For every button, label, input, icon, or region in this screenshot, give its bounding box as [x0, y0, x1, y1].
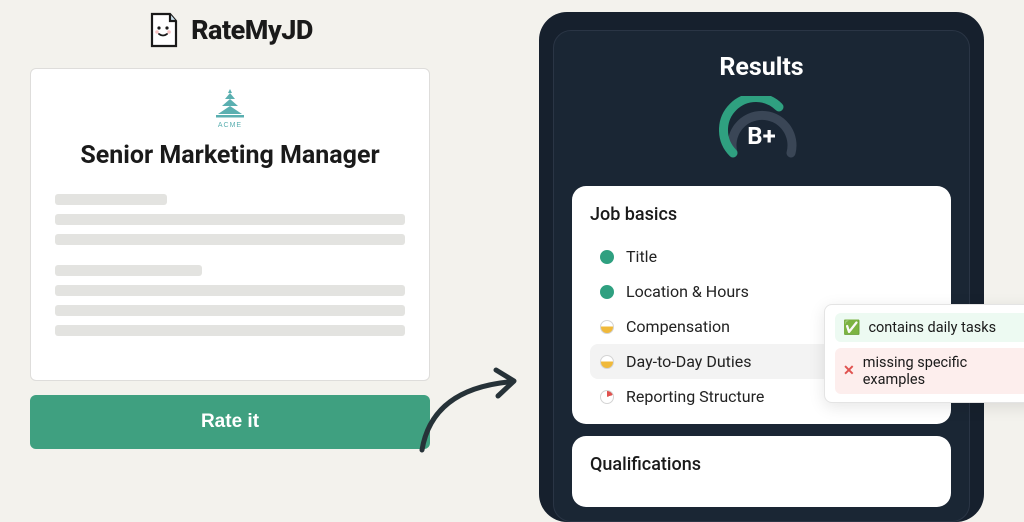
- brand-name: RateMyJD: [191, 14, 313, 46]
- status-dot-icon: [600, 250, 614, 264]
- section-qualifications: Qualifications: [572, 436, 951, 507]
- job-title: Senior Marketing Manager: [55, 141, 405, 170]
- tooltip-text: contains daily tasks: [868, 319, 996, 336]
- brand-logo-icon: [147, 10, 181, 50]
- status-dot-icon: [600, 355, 614, 369]
- check-label: Location & Hours: [626, 282, 749, 301]
- tooltip-row-bad: ✕ missing specific examples: [835, 348, 1024, 394]
- skeleton-block: [55, 194, 405, 245]
- skeleton-block: [55, 265, 405, 336]
- status-dot-icon: [600, 285, 614, 299]
- check-label: Reporting Structure: [626, 387, 764, 406]
- arrow-icon: [410, 360, 530, 470]
- results-panel: Results B+ Job basics Title Location & H…: [539, 12, 984, 522]
- tooltip-text: missing specific examples: [863, 354, 1024, 388]
- check-item-title[interactable]: Title: [590, 239, 933, 274]
- company-logo: ACME: [55, 87, 405, 131]
- svg-text:ACME: ACME: [218, 122, 242, 129]
- grade-gauge: B+: [572, 96, 951, 166]
- rate-button[interactable]: Rate it: [30, 395, 430, 449]
- check-label: Compensation: [626, 317, 730, 336]
- section-heading: Job basics: [590, 204, 933, 225]
- status-dot-icon: [600, 390, 614, 404]
- results-title: Results: [572, 53, 951, 82]
- job-card: ACME Senior Marketing Manager: [30, 68, 430, 381]
- check-label: Title: [626, 247, 657, 266]
- status-dot-icon: [600, 320, 614, 334]
- brand-header: RateMyJD: [30, 10, 430, 50]
- feedback-tooltip: ✅ contains daily tasks ✕ missing specifi…: [824, 304, 1024, 403]
- section-heading: Qualifications: [590, 454, 933, 475]
- check-icon: ✅: [843, 321, 860, 335]
- grade-value: B+: [572, 122, 951, 150]
- check-label: Day-to-Day Duties: [626, 352, 752, 371]
- tooltip-row-ok: ✅ contains daily tasks: [835, 313, 1024, 342]
- cross-icon: ✕: [843, 364, 855, 378]
